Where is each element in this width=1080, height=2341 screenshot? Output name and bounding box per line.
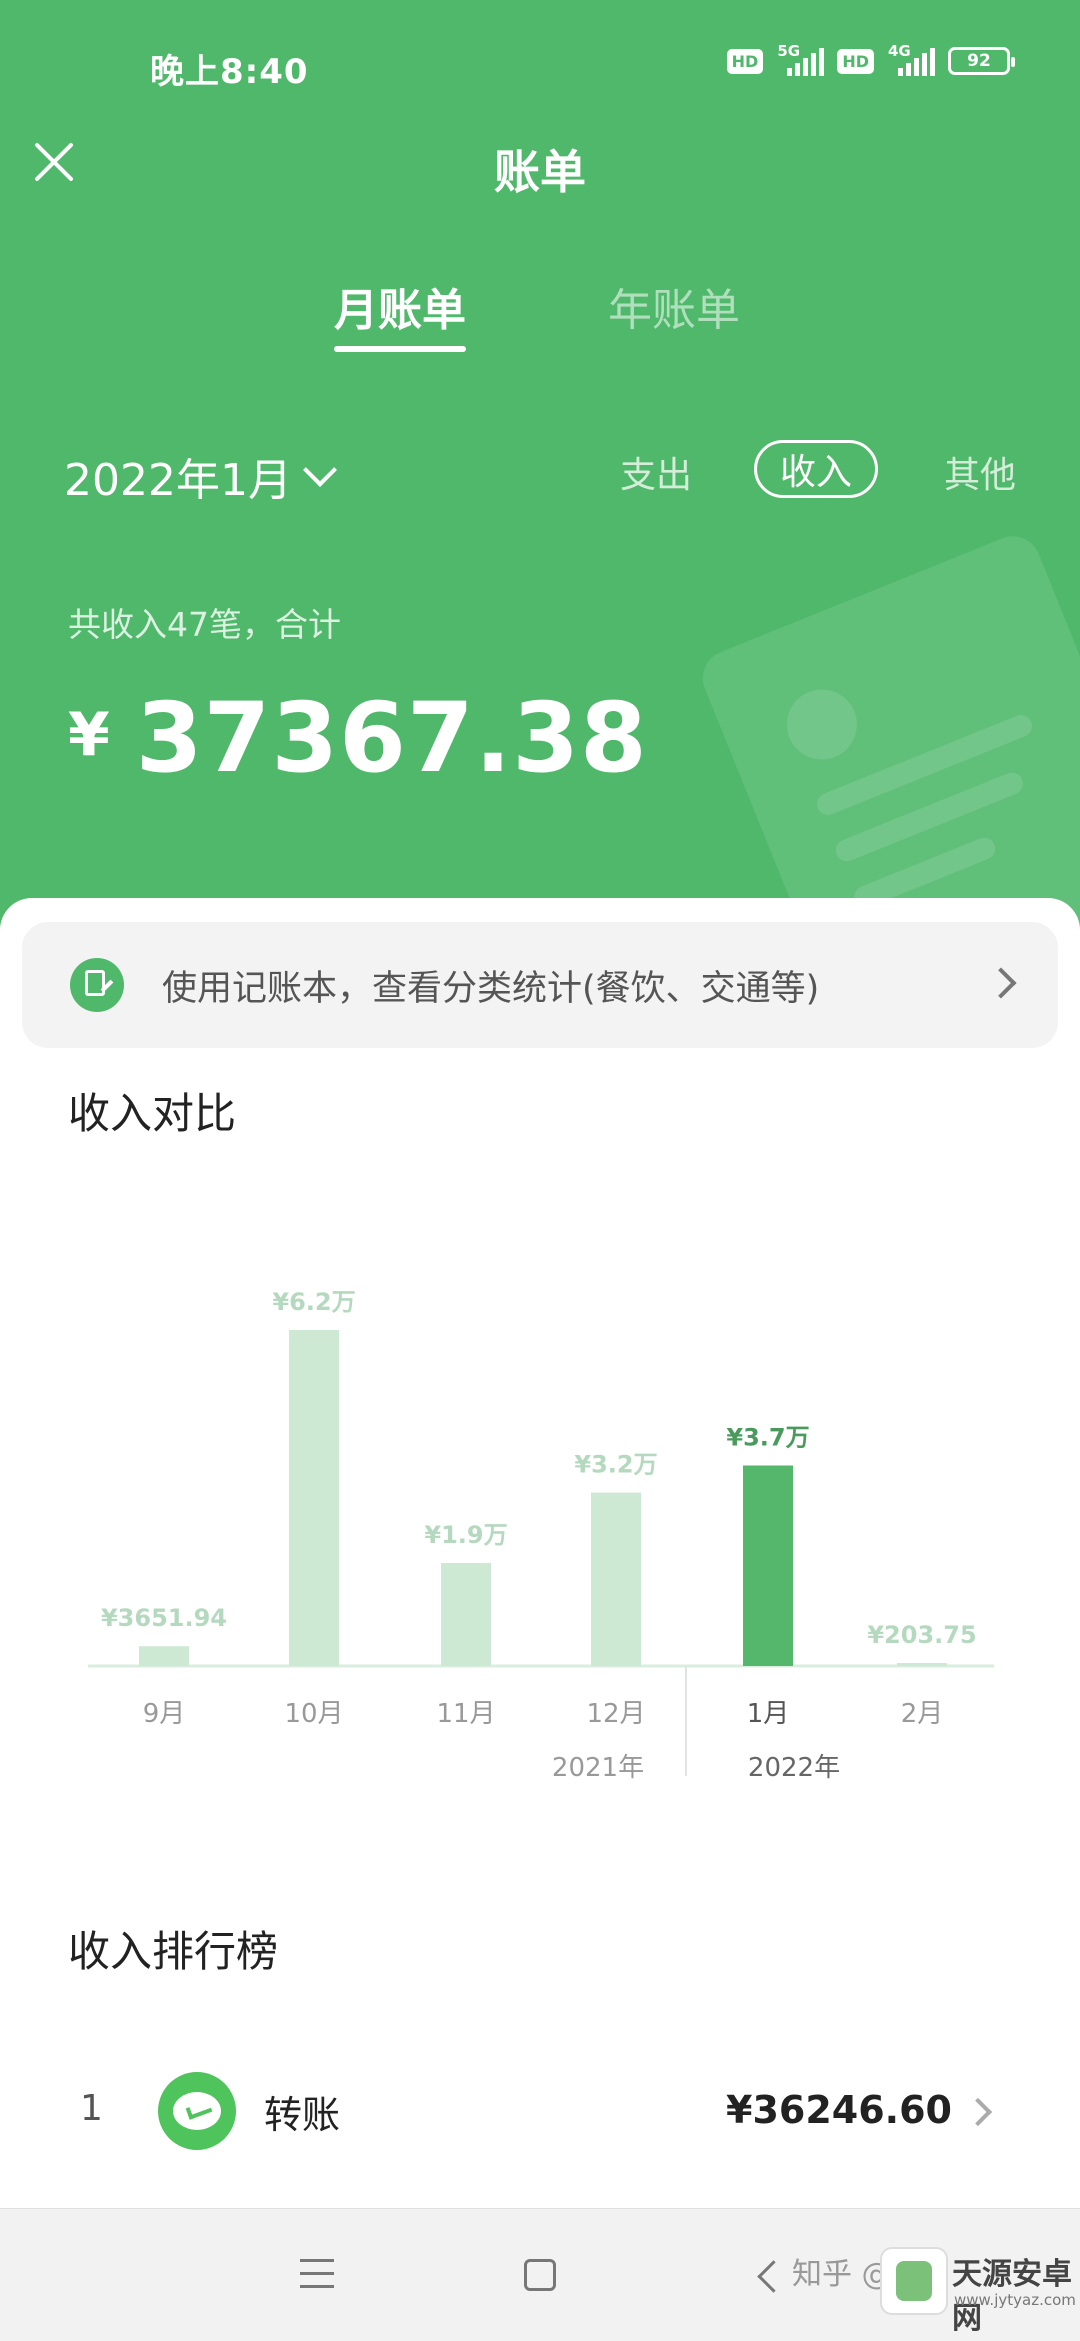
- transfer-icon: [158, 2072, 236, 2150]
- chart-bar[interactable]: [897, 1663, 947, 1666]
- chart-category-label: 9月: [143, 1699, 186, 1729]
- chart-bar[interactable]: [441, 1563, 491, 1666]
- bill-decoration-icon: [694, 527, 1080, 930]
- battery-icon: 92: [948, 47, 1015, 75]
- chevron-down-icon: [303, 453, 337, 487]
- chart-year-label: 2021年: [552, 1753, 644, 1783]
- tab-monthly-bill[interactable]: 月账单: [334, 274, 466, 352]
- hd-icon: HD: [837, 48, 874, 74]
- system-nav-bar: 知乎 @ 天源安卓网 www.jytyaz.com: [0, 2208, 1080, 2341]
- chart-value-label: ¥1.9万: [424, 1521, 507, 1549]
- rank-amount: ¥36246.60: [726, 2088, 952, 2132]
- chart-value-label: ¥6.2万: [272, 1288, 355, 1316]
- filter-other[interactable]: 其他: [944, 446, 1016, 498]
- month-selector[interactable]: 2022年1月: [64, 444, 337, 508]
- chart-category-label: 1月: [747, 1699, 790, 1729]
- back-icon[interactable]: [757, 2260, 790, 2293]
- filter-income[interactable]: 收入: [754, 440, 878, 498]
- ranking-title: 收入排行榜: [68, 1927, 279, 1976]
- tab-yearly-bill[interactable]: 年账单: [608, 274, 740, 338]
- page-title: 账单: [494, 145, 586, 199]
- total-amount: ¥ 37367.38: [68, 682, 648, 794]
- status-icons: HD 5G HD 4G 92: [726, 42, 1015, 76]
- chart-bar[interactable]: [591, 1492, 641, 1666]
- chart-bar[interactable]: [743, 1465, 793, 1666]
- filter-expense[interactable]: 支出: [620, 446, 692, 498]
- signal-4g-icon: 4G: [888, 42, 935, 76]
- status-bar: 晚上8:40 HD 5G HD 4G 92: [0, 0, 1080, 110]
- chart-value-label: ¥203.75: [867, 1621, 976, 1649]
- chart-value-label: ¥3651.94: [101, 1604, 227, 1632]
- ledger-banner-text: 使用记账本，查看分类统计(餐饮、交通等): [162, 968, 820, 1009]
- chart-value-label: ¥3.2万: [574, 1451, 657, 1479]
- menu-icon[interactable]: [300, 2259, 334, 2289]
- chart-category-label: 2月: [901, 1699, 944, 1729]
- chart-year-label: 2022年: [748, 1753, 840, 1783]
- income-summary: 共收入47笔，合计: [68, 605, 341, 644]
- hd-icon: HD: [726, 48, 764, 74]
- rank-number: 1: [80, 2088, 103, 2129]
- chevron-right-icon: [985, 967, 1017, 999]
- chart-value-label: ¥3.7万: [726, 1423, 809, 1451]
- zhihu-watermark: 知乎 @: [792, 2257, 892, 2292]
- ledger-banner[interactable]: 使用记账本，查看分类统计(餐饮、交通等): [22, 922, 1058, 1048]
- ledger-icon: [70, 958, 124, 1012]
- income-comparison-chart: ¥3651.94 9月 ¥6.2万 10月 ¥1.9万 11月 ¥3.2万 12月 ¥3.7万 1…: [88, 1288, 994, 1783]
- site-url: www.jytyaz.com: [954, 2291, 1076, 2309]
- chart-bar[interactable]: [139, 1646, 189, 1666]
- currency-symbol: ¥: [68, 700, 110, 770]
- home-icon[interactable]: [524, 2259, 556, 2291]
- comparison-title: 收入对比: [68, 1089, 237, 1138]
- total-amount-value: 37367.38: [135, 682, 648, 794]
- status-time: 晚上8:40: [150, 52, 309, 92]
- signal-5g-icon: 5G: [777, 42, 825, 76]
- chart-bar[interactable]: [289, 1330, 339, 1666]
- month-label: 2022年1月: [64, 455, 292, 506]
- site-watermark: 天源安卓网 www.jytyaz.com: [880, 2233, 1076, 2336]
- chart-category-label: 11月: [436, 1699, 495, 1729]
- site-logo-icon: [880, 2247, 948, 2315]
- chart-category-label: 12月: [586, 1699, 645, 1729]
- rank-name: 转账: [264, 2093, 341, 2137]
- chart-category-label: 10月: [284, 1699, 343, 1729]
